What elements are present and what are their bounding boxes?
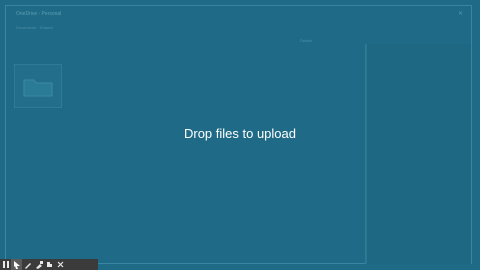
app-window: OneDrive - Personal × Documents · Shared… — [0, 0, 480, 270]
highlighter-icon[interactable] — [33, 259, 44, 270]
drop-message: Drop files to upload — [183, 126, 296, 141]
folder-icon — [23, 75, 53, 101]
window-title: OneDrive - Personal — [16, 11, 62, 17]
close-icon[interactable] — [55, 259, 66, 270]
file-tile[interactable] — [14, 64, 62, 108]
eraser-icon[interactable] — [44, 259, 55, 270]
pause-icon[interactable] — [0, 259, 11, 270]
details-label: Details — [300, 38, 313, 43]
details-panel — [366, 44, 471, 264]
pen-icon[interactable] — [22, 259, 33, 270]
pointer-icon[interactable] — [11, 259, 22, 270]
annotation-toolbar — [0, 259, 98, 270]
breadcrumb: Documents · Shared — [16, 25, 53, 30]
close-icon[interactable]: × — [458, 10, 463, 17]
